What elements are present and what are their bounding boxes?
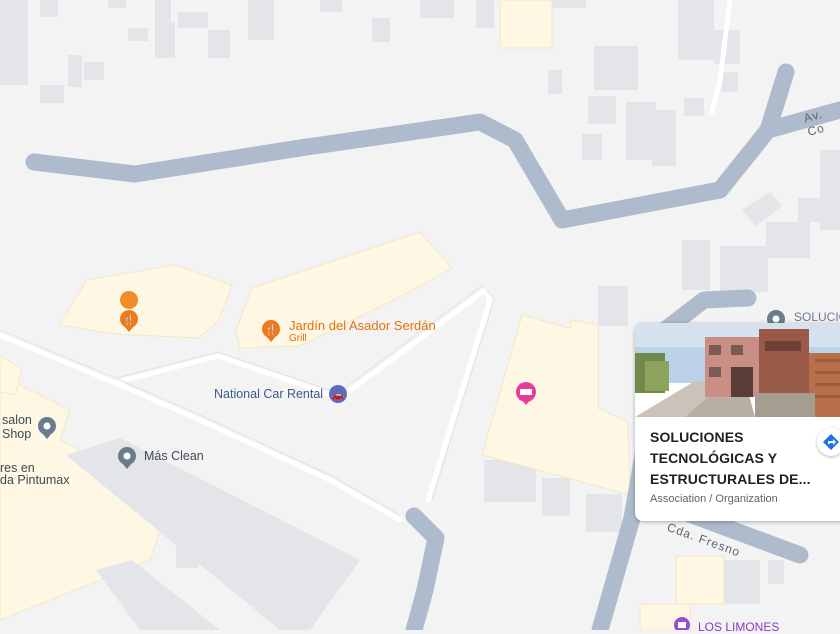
salon-name-line1[interactable]: salon (2, 413, 32, 427)
directions-icon (823, 434, 839, 450)
talleres-line2[interactable]: da Pintumax (0, 473, 69, 487)
mas-clean-name[interactable]: Más Clean (144, 449, 204, 463)
place-title[interactable]: SOLUCIONES TECNOLÓGICAS Y ESTRUCTURALES … (650, 427, 825, 490)
soluciones-marker-label[interactable]: SOLUCIO (794, 310, 840, 324)
jardin-name[interactable]: Jardín del Asador Serdán (289, 318, 436, 333)
salon-name-line2[interactable]: Shop (2, 427, 31, 441)
place-info-card[interactable]: SOLUCIONES TECNOLÓGICAS Y ESTRUCTURALES … (635, 323, 840, 521)
place-category: Association / Organization (650, 493, 778, 505)
los-limones-label[interactable]: LOS LIMONES (698, 620, 779, 634)
svg-text:🍴: 🍴 (265, 323, 277, 336)
directions-button[interactable] (817, 428, 840, 456)
jardin-category: Grill (289, 333, 307, 344)
car-rental-pin[interactable]: 🚗 (329, 385, 347, 403)
svg-text:🚗: 🚗 (332, 390, 344, 401)
svg-text:🍴: 🍴 (123, 313, 135, 326)
place-photo[interactable] (635, 323, 840, 417)
car-rental-name[interactable]: National Car Rental (214, 387, 323, 401)
rail-strip-2 (96, 560, 220, 630)
